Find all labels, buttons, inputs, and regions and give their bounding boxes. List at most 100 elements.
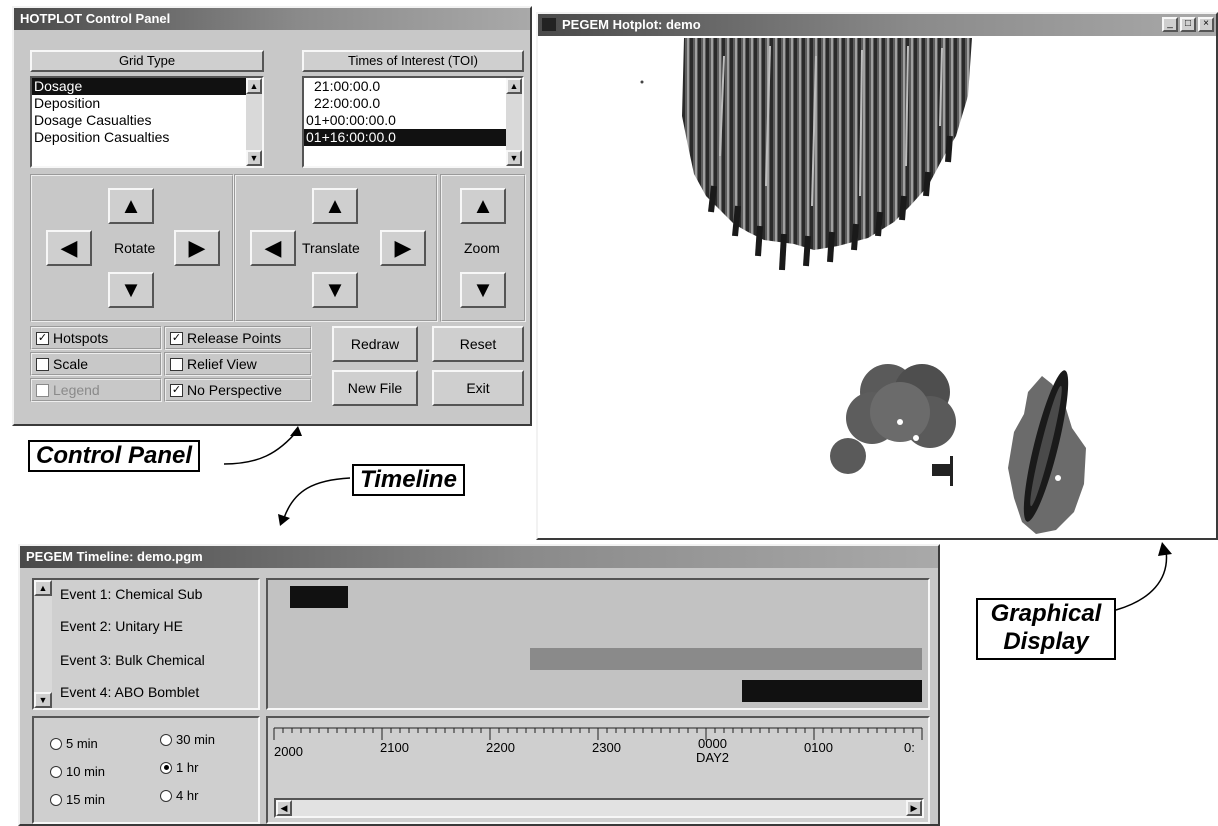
window-controls: _ □ × [1162,17,1214,32]
scroll-up-arrow-icon[interactable]: ▲ [246,78,262,94]
toi-option[interactable]: 21:00:00.0 [304,78,522,95]
interval-radio-4hr[interactable]: 4 hr [160,788,198,803]
time-tick-label: 2100 [380,740,409,755]
zoom-out-button[interactable]: ▼ [460,272,506,308]
relief-view-checkbox[interactable]: Relief View [164,352,312,376]
scroll-up-arrow-icon[interactable]: ▲ [34,580,52,596]
rotate-label: Rotate [114,240,156,256]
control-panel-titlebar[interactable]: HOTPLOT Control Panel [14,8,530,30]
interval-selector: 5 min 10 min 15 min 30 min 1 hr 4 hr [32,716,260,824]
legend-label: Legend [53,382,100,398]
event-list[interactable]: ▲ ▼ Event 1: Chemical Sub Event 2: Unita… [32,578,260,710]
event-label[interactable]: Event 4: ABO Bomblet [60,684,199,700]
event-bars-area[interactable] [266,578,930,710]
timeline-titlebar[interactable]: PEGEM Timeline: demo.pgm [20,546,938,568]
toi-option-label: 21:00:00.0 [314,78,381,94]
scroll-right-arrow-icon[interactable]: ▶ [906,800,922,816]
event-bar-abo-bomblet[interactable] [742,680,922,702]
timeline-callout: Timeline [352,464,465,496]
grid-type-option[interactable]: Dosage Casualties [32,112,262,129]
arrow-up-icon: ▲ [472,193,494,218]
interval-radio-30min[interactable]: 30 min [160,732,215,747]
radio-icon [50,737,62,750]
close-icon[interactable]: × [1198,17,1214,32]
grid-type-scrollbar[interactable]: ▲ ▼ [246,78,262,166]
zoom-in-button[interactable]: ▲ [460,188,506,224]
interval-radio-1hr[interactable]: 1 hr [160,760,198,775]
release-points-checkbox[interactable]: ✓ Release Points [164,326,312,350]
hotplot-display-window: PEGEM Hotplot: demo _ □ × [536,12,1218,540]
unchecked-box-icon [36,383,49,397]
radio-icon [50,793,62,806]
interval-radio-10min[interactable]: 10 min [50,764,105,779]
display-dot [640,80,644,84]
grid-type-listbox[interactable]: Dosage Deposition Dosage Casualties Depo… [30,76,264,168]
translate-group: ▲ ◀ Translate ▶ ▼ [234,174,438,322]
scroll-down-arrow-icon[interactable]: ▼ [246,150,262,166]
arrow-down-icon: ▼ [120,277,142,302]
translate-up-button[interactable]: ▲ [312,188,358,224]
interval-label: 1 hr [176,760,199,775]
arrow-left-icon: ◀ [60,235,78,260]
grid-type-header: Grid Type [30,50,264,72]
control-panel-callout: Control Panel [28,440,201,472]
graphical-display-callout-line2: Display [1003,628,1089,655]
rotate-left-button[interactable]: ◀ [46,230,92,266]
no-perspective-label: No Perspective [187,382,282,398]
exit-button[interactable]: Exit [432,370,524,406]
interval-radio-5min[interactable]: 5 min [50,736,98,751]
redraw-button[interactable]: Redraw [332,326,418,362]
interval-label: 5 min [66,736,98,751]
radio-icon [50,765,62,778]
scroll-left-arrow-icon[interactable]: ◀ [276,800,292,816]
event-scrollbar[interactable]: ▲ ▼ [34,580,52,708]
event-label[interactable]: Event 2: Unitary HE [60,618,183,634]
toi-option-label: 22:00:00.0 [314,95,381,111]
hotspot-surface [682,38,972,271]
minimize-icon[interactable]: _ [1162,17,1178,32]
toi-scrollbar[interactable]: ▲ ▼ [506,78,522,166]
grid-type-option[interactable]: Dosage [32,78,262,95]
toi-option[interactable]: 01+00:00:00.0 [304,112,522,129]
maximize-icon[interactable]: □ [1180,17,1196,32]
grid-type-option[interactable]: Deposition Casualties [32,129,262,146]
hotspots-checkbox[interactable]: ✓ Hotspots [30,326,162,350]
rotate-right-button[interactable]: ▶ [174,230,220,266]
toi-option[interactable]: 01+16:00:00.0 [304,129,522,146]
timeline-title: PEGEM Timeline: demo.pgm [26,549,203,564]
no-perspective-checkbox[interactable]: ✓ No Perspective [164,378,312,402]
check-icon: ✓ [170,331,183,345]
scroll-up-arrow-icon[interactable]: ▲ [506,78,522,94]
rotate-down-button[interactable]: ▼ [108,272,154,308]
translate-down-button[interactable]: ▼ [312,272,358,308]
legend-checkbox: Legend [30,378,162,402]
radio-icon [160,789,172,802]
translate-left-button[interactable]: ◀ [250,230,296,266]
display-titlebar[interactable]: PEGEM Hotplot: demo [538,14,1216,36]
arrow-right-icon: ▶ [394,235,412,260]
scale-label: Scale [53,356,89,372]
interval-label: 4 hr [176,788,199,803]
interval-label: 15 min [66,792,106,807]
new-file-button[interactable]: New File [332,370,418,406]
event-label[interactable]: Event 1: Chemical Sub [60,586,202,602]
event-label[interactable]: Event 3: Bulk Chemical [60,652,205,668]
radio-icon [160,733,172,746]
grid-type-option[interactable]: Deposition [32,95,262,112]
timeline-hscrollbar[interactable]: ◀ ▶ [274,798,924,818]
scale-checkbox[interactable]: Scale [30,352,162,376]
event-bar-bulk-chemical[interactable] [530,648,922,670]
reset-button[interactable]: Reset [432,326,524,362]
unchecked-box-icon [170,357,183,371]
toi-listbox[interactable]: 21:00:00.0 22:00:00.0 01+00:00:00.0 01+1… [302,76,524,168]
zoom-label: Zoom [464,240,500,256]
rotate-up-button[interactable]: ▲ [108,188,154,224]
interval-radio-15min[interactable]: 15 min [50,792,105,807]
arrow-right-icon: ▶ [188,235,206,260]
event-bar-chemical-sub[interactable] [290,586,348,608]
scroll-down-arrow-icon[interactable]: ▼ [506,150,522,166]
toi-option[interactable]: 22:00:00.0 [304,95,522,112]
translate-right-button[interactable]: ▶ [380,230,426,266]
hotplot-canvas[interactable] [538,36,1216,538]
scroll-down-arrow-icon[interactable]: ▼ [34,692,52,708]
